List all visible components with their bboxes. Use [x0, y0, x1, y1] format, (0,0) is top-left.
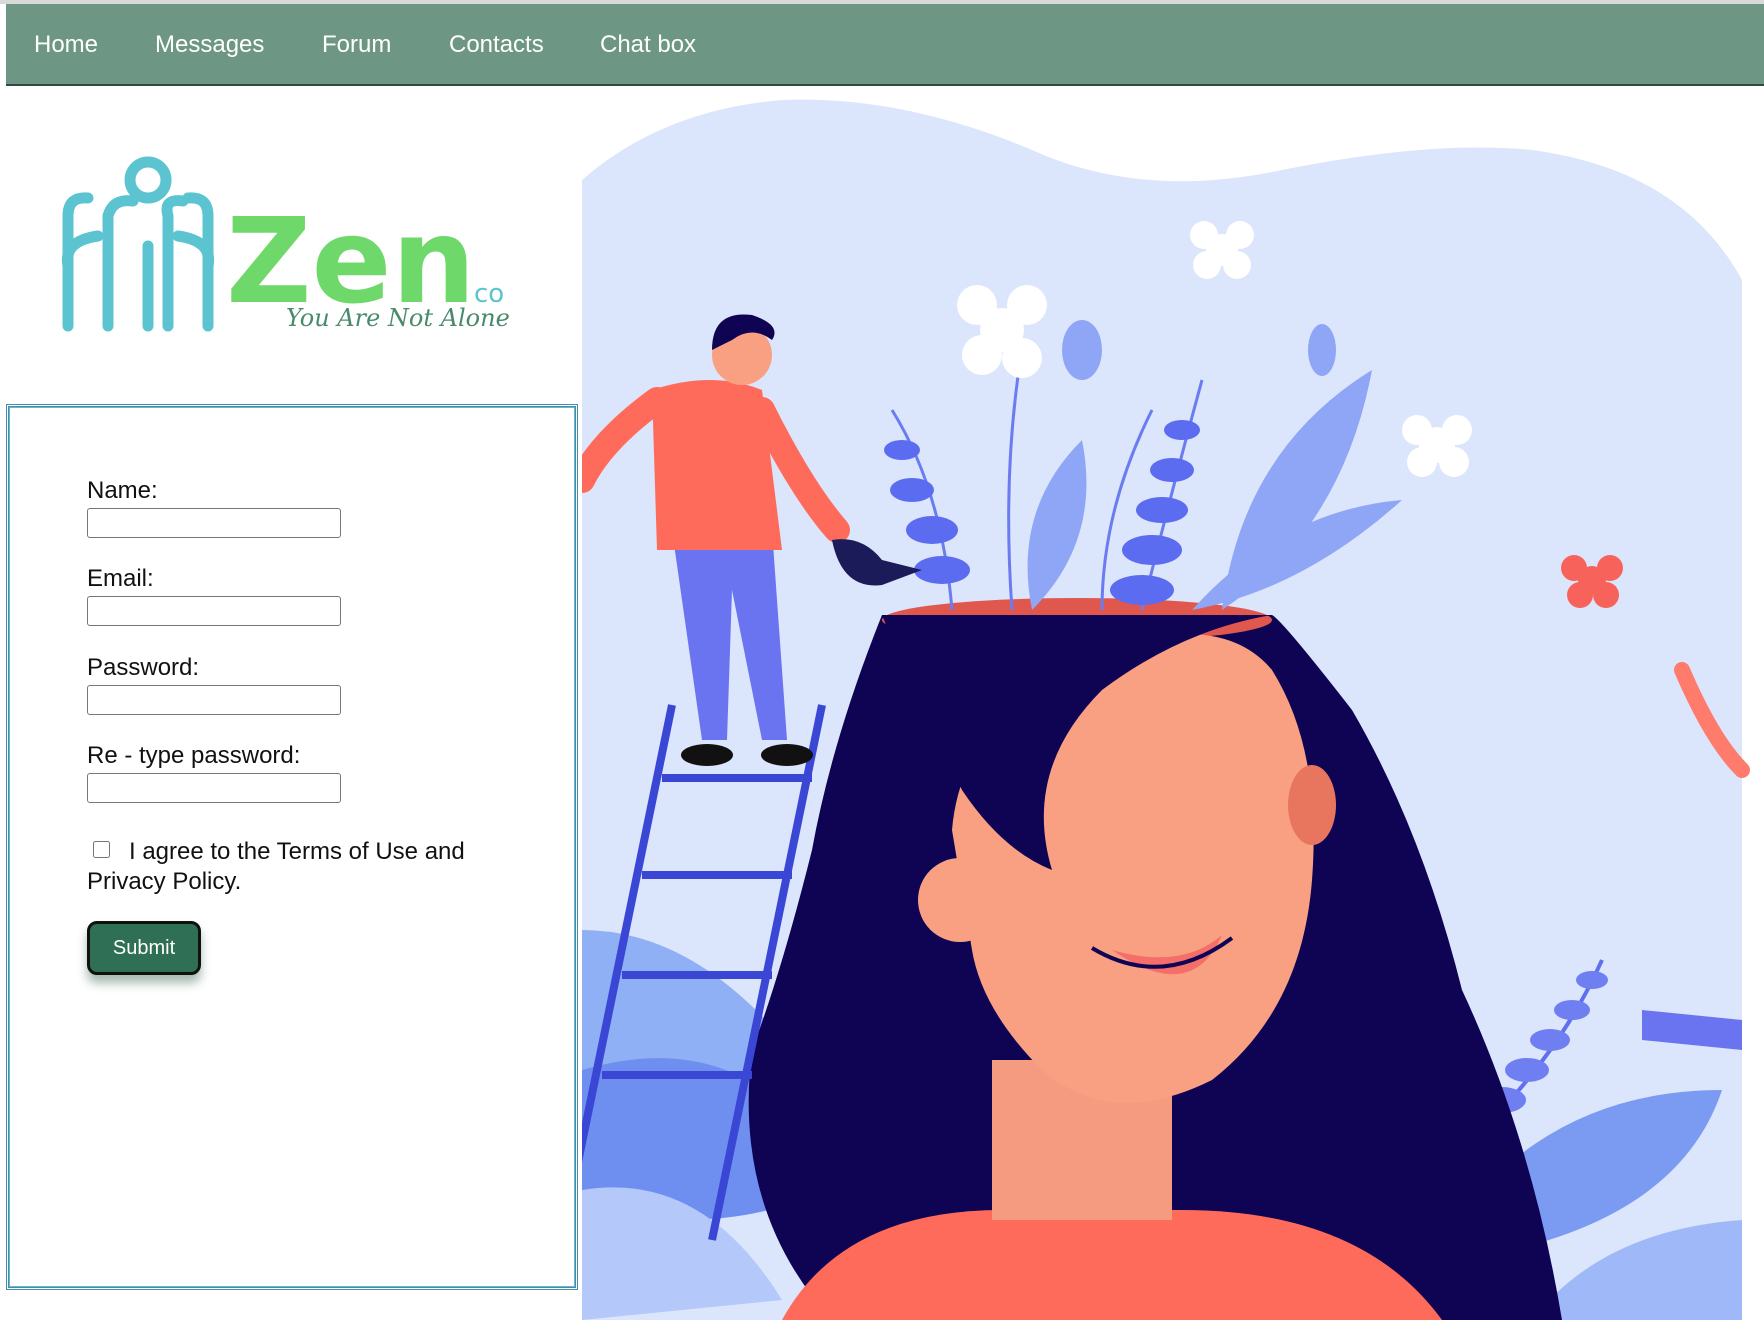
name-input[interactable]	[87, 508, 341, 538]
nav-forum[interactable]: Forum	[322, 28, 391, 62]
password-input[interactable]	[87, 685, 341, 715]
retype-password-input[interactable]	[87, 773, 341, 803]
nav-messages[interactable]: Messages	[155, 28, 264, 62]
email-label: Email:	[87, 565, 154, 592]
ear-shape	[918, 858, 1002, 942]
hero-illustration	[582, 99, 1750, 1320]
retype-password-label: Re - type password:	[87, 742, 301, 769]
logo-tagline: You Are Not Alone	[286, 304, 510, 332]
nav-chat-box[interactable]: Chat box	[600, 28, 696, 62]
blush-shape	[1288, 765, 1336, 845]
zen-logo: Zen co You Are Not Alone	[61, 156, 510, 332]
email-input[interactable]	[87, 596, 341, 626]
password-label: Password:	[87, 654, 200, 681]
top-navbar: Home Messages Forum Contacts Chat box	[6, 4, 1764, 86]
submit-button[interactable]: Submit	[87, 921, 201, 975]
name-label: Name:	[87, 477, 158, 504]
registration-form: Name: Email: Password: Re - type passwor…	[6, 404, 578, 1290]
nav-contacts[interactable]: Contacts	[449, 28, 544, 62]
man-shoe	[681, 744, 733, 766]
nav-home[interactable]: Home	[34, 28, 98, 62]
terms-agree-text: I agree to the Terms of Use and Privacy …	[87, 838, 465, 895]
man-shoe	[761, 744, 813, 766]
